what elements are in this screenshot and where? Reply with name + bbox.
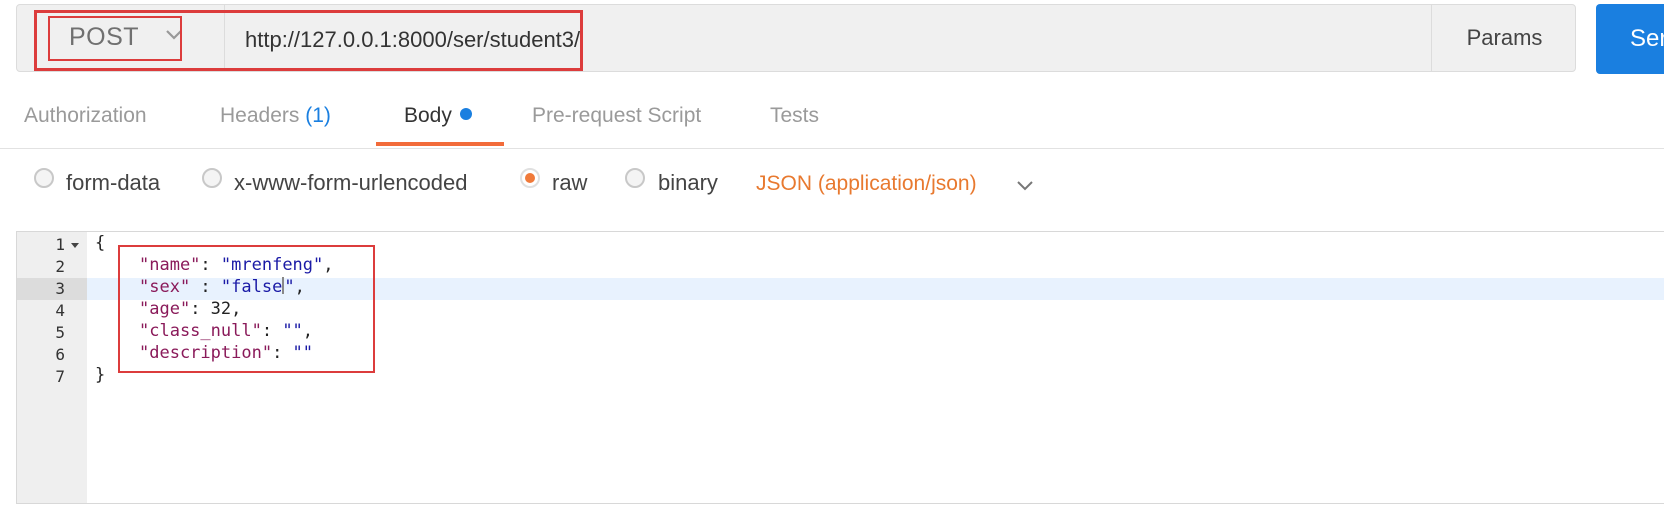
radio-form-data[interactable] bbox=[34, 168, 54, 188]
line-number: 3 bbox=[55, 279, 65, 298]
method-dropdown[interactable]: POST bbox=[17, 5, 225, 71]
send-button[interactable]: Ser bbox=[1596, 4, 1664, 74]
line-number: 7 bbox=[55, 367, 65, 386]
headers-count-badge: (1) bbox=[305, 104, 331, 127]
method-label: POST bbox=[69, 23, 140, 51]
code-line-4: "age": 32, bbox=[139, 299, 242, 319]
radio-binary[interactable] bbox=[625, 168, 645, 188]
radio-label-form-data: form-data bbox=[66, 170, 161, 195]
line-number: 4 bbox=[55, 301, 65, 320]
modified-dot-icon bbox=[459, 108, 472, 120]
request-url-bar: POST http://127.0.0.1:8000/ser/student3/… bbox=[16, 4, 1576, 72]
code-line-6: "description": "" bbox=[139, 343, 314, 363]
chevron-down-icon bbox=[166, 30, 182, 40]
code-line-5: "class_null": "", bbox=[139, 321, 314, 341]
code-line-1: { bbox=[95, 233, 106, 253]
line-number: 5 bbox=[55, 323, 65, 342]
body-editor[interactable]: 1 2 3 4 5 6 7 { "name": "mrenfeng", "sex… bbox=[16, 231, 1664, 504]
content-type-dropdown[interactable]: JSON (application/json) bbox=[756, 172, 977, 196]
tab-headers[interactable]: Headers (1) bbox=[220, 104, 331, 128]
url-input[interactable]: http://127.0.0.1:8000/ser/student3/ bbox=[245, 27, 580, 53]
tab-pre-request-script[interactable]: Pre-request Script bbox=[532, 104, 701, 128]
radio-label-raw: raw bbox=[552, 170, 588, 195]
code-line-3: "sex" : "false ", bbox=[139, 277, 305, 297]
request-tabs: Authorization Headers (1) Body Pre-reque… bbox=[0, 92, 1664, 149]
line-number: 1 bbox=[55, 235, 65, 254]
tab-body[interactable]: Body bbox=[404, 104, 472, 128]
line-number: 2 bbox=[55, 257, 65, 276]
line-number: 6 bbox=[55, 345, 65, 364]
radio-label-x-www-form-urlencoded: x-www-form-urlencoded bbox=[234, 170, 468, 195]
code-line-7: } bbox=[95, 365, 106, 385]
radio-x-www-form-urlencoded[interactable] bbox=[202, 168, 222, 188]
active-tab-underline bbox=[376, 142, 504, 146]
tab-authorization[interactable]: Authorization bbox=[24, 104, 147, 128]
chevron-down-icon[interactable] bbox=[1016, 180, 1034, 192]
tab-tests[interactable]: Tests bbox=[770, 104, 819, 128]
code-line-2: "name": "mrenfeng", bbox=[139, 255, 334, 275]
params-button[interactable]: Params bbox=[1431, 5, 1577, 71]
radio-raw[interactable] bbox=[520, 168, 540, 188]
fold-arrow-icon[interactable] bbox=[71, 243, 79, 248]
radio-label-binary: binary bbox=[658, 170, 718, 195]
